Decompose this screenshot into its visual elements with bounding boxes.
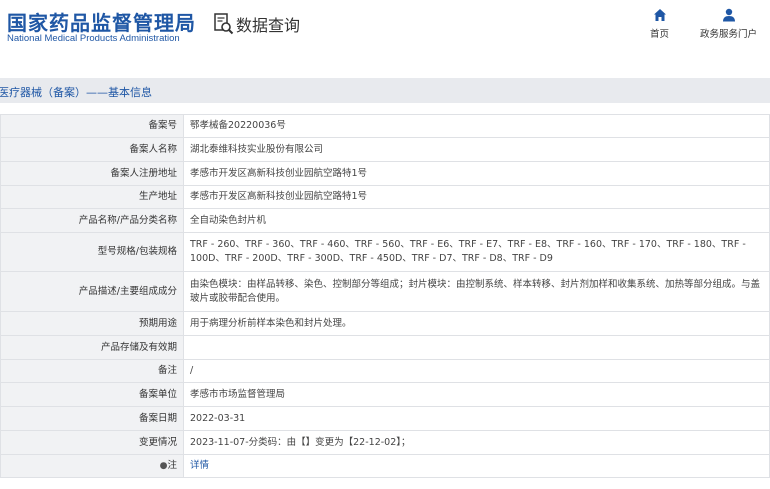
row-label: 备案人名称 (0, 137, 184, 162)
nav-portal-button[interactable]: 政务服务门户 (700, 8, 757, 40)
section-title: 医疗器械（备案）——基本信息 (0, 86, 152, 99)
table-row: 型号规格/包装规格 TRF - 260、TRF - 360、TRF - 460、… (0, 232, 770, 272)
row-value: 详情 (183, 454, 770, 478)
details-link[interactable]: 详情 (190, 460, 209, 471)
nav-home-label: 首页 (650, 29, 670, 40)
row-label: 生产地址 (0, 185, 184, 209)
row-value: 2023-11-07-分类码：由【】变更为【22-12-02】； (183, 430, 770, 455)
row-value: 孝感市市场监督管理局 (183, 382, 770, 407)
site-header: 国家药品监督管理局 National Medical Products Admi… (0, 0, 770, 60)
table-row: 生产地址 孝感市开发区高新科技创业园航空路特1号 (0, 185, 770, 209)
row-label: 变更情况 (0, 430, 184, 455)
table-row: 备案单位 孝感市市场监督管理局 (0, 382, 770, 407)
site-logo-en[interactable]: National Medical Products Administration (7, 33, 180, 44)
row-value: 全自动染色封片机 (183, 208, 770, 233)
table-row: 产品描述/主要组成成分 由染色模块：由样品转移、染色、控制部分等组成；封片模块：… (0, 271, 770, 312)
row-label: 预期用途 (0, 311, 184, 336)
row-value: 鄂孝械备20220036号 (183, 114, 770, 138)
row-value: 孝感市开发区高新科技创业园航空路特1号 (183, 185, 770, 209)
table-row: 备案日期 2022-03-31 (0, 406, 770, 431)
table-row: 备案人注册地址 孝感市开发区高新科技创业园航空路特1号 (0, 161, 770, 186)
search-document-icon (214, 13, 234, 35)
nav-home-button[interactable]: 首页 (650, 8, 669, 40)
row-value: 孝感市开发区高新科技创业园航空路特1号 (183, 161, 770, 186)
note-row-label: ●注 (0, 454, 184, 478)
user-icon (722, 8, 735, 22)
data-search-label: 数据查询 (236, 16, 301, 35)
row-value: 湖北泰维科技实业股份有限公司 (183, 137, 770, 162)
row-value: 由染色模块：由样品转移、染色、控制部分等组成；封片模块：由控制系统、样本转移、封… (183, 271, 770, 312)
table-row: 预期用途 用于病理分析前样本染色和封片处理。 (0, 311, 770, 336)
row-label: 产品存储及有效期 (0, 335, 184, 360)
table-row: 备案人名称 湖北泰维科技实业股份有限公司 (0, 137, 770, 162)
table-row: 备注 / (0, 359, 770, 383)
row-label: 备案日期 (0, 406, 184, 431)
row-label: 备案人注册地址 (0, 161, 184, 186)
row-label: 备注 (0, 359, 184, 383)
row-value (183, 335, 770, 360)
table-row: 变更情况 2023-11-07-分类码：由【】变更为【22-12-02】； (0, 430, 770, 455)
nav-portal-label: 政务服务门户 (700, 29, 758, 40)
row-label: 备案号 (0, 114, 184, 138)
row-value: / (183, 359, 770, 383)
row-value: 2022-03-31 (183, 406, 770, 431)
row-label: 产品名称/产品分类名称 (0, 208, 184, 233)
home-icon (653, 9, 666, 21)
site-logo-cn[interactable]: 国家药品监督管理局 (7, 7, 196, 36)
data-search-link[interactable]: 数据查询 (214, 12, 300, 36)
table-row: 产品存储及有效期 (0, 335, 770, 360)
table-row: 产品名称/产品分类名称 全自动染色封片机 (0, 208, 770, 233)
row-label: 备案单位 (0, 382, 184, 407)
row-label: 型号规格/包装规格 (0, 232, 184, 272)
row-value: TRF - 260、TRF - 360、TRF - 460、TRF - 560、… (183, 232, 770, 272)
table-row: ●注 详情 (0, 454, 770, 478)
row-label: 注 (167, 460, 177, 471)
table-row: 备案号 鄂孝械备20220036号 (0, 114, 770, 138)
row-label: 产品描述/主要组成成分 (0, 271, 184, 312)
basic-info-table: 备案号 鄂孝械备20220036号 备案人名称 湖北泰维科技实业股份有限公司 备… (0, 114, 770, 478)
section-title-bar: 医疗器械（备案）——基本信息 (0, 78, 770, 103)
row-value: 用于病理分析前样本染色和封片处理。 (183, 311, 770, 336)
